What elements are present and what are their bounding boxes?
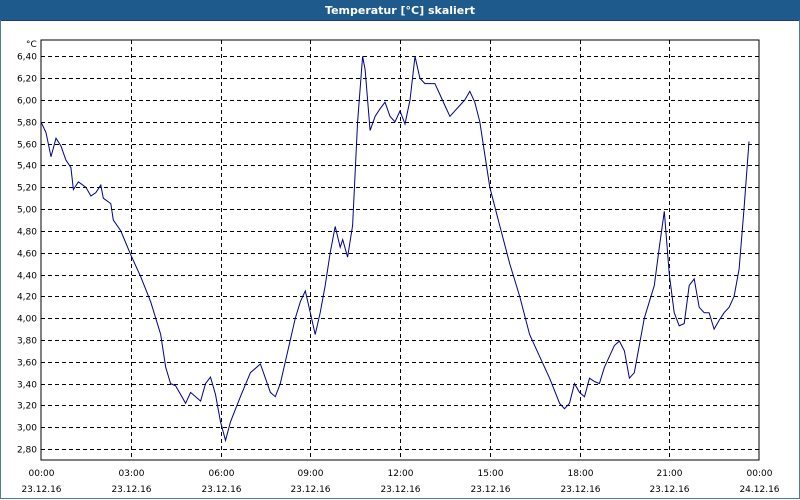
x-tick-date: 23.12.16	[380, 485, 420, 495]
y-tick-label: 3,00	[17, 424, 37, 434]
x-tick-date: 23.12.16	[111, 485, 151, 495]
temperature-line-chart: 2,80 3,00 3,20 3,40 3,60 3,80 4,00 4,20 4,40 4,60…	[17, 39, 780, 495]
temperature-series-line	[40, 56, 750, 443]
y-tick-label: 5,20	[17, 184, 37, 194]
y-axis-tick-labels: 2,80 3,00 3,20 3,40 3,60 3,80 4,00 4,20 4,40 4,60…	[17, 53, 37, 456]
y-tick-label: 3,80	[17, 337, 37, 347]
x-tick-date: 24.12.16	[739, 485, 779, 495]
x-tick-time: 00:00	[747, 469, 773, 479]
x-axis-tick-labels: 00:00 23.12.16 03:00 23.12.16 06:00 23.12.16 0…	[21, 469, 779, 495]
y-tick-label: 6,00	[17, 97, 37, 107]
x-tick-date: 23.12.16	[21, 485, 61, 495]
x-tick-date: 23.12.16	[290, 485, 330, 495]
x-tick-time: 21:00	[657, 469, 683, 479]
y-tick-label: 3,20	[17, 402, 37, 412]
y-tick-label: 4,80	[17, 228, 37, 238]
y-tick-label: 6,40	[17, 53, 37, 63]
x-tick-time: 15:00	[478, 469, 504, 479]
y-tick-label: 5,00	[17, 206, 37, 216]
y-tick-label: 4,60	[17, 250, 37, 260]
y-tick-label: 4,20	[17, 293, 37, 303]
x-tick-time: 03:00	[119, 469, 145, 479]
y-axis-unit-label: °C	[26, 40, 37, 50]
y-tick-label: 4,40	[17, 272, 37, 282]
y-tick-label: 3,60	[17, 359, 37, 369]
y-tick-label: 3,40	[17, 381, 37, 391]
x-tick-time: 00:00	[29, 469, 55, 479]
x-tick-time: 06:00	[209, 469, 235, 479]
x-tick-date: 23.12.16	[201, 485, 241, 495]
y-tick-label: 5,40	[17, 162, 37, 172]
y-tick-label: 2,80	[17, 446, 37, 456]
x-tick-time: 18:00	[568, 469, 594, 479]
grid-layer	[40, 39, 760, 461]
y-tick-label: 6,20	[17, 75, 37, 85]
y-tick-label: 5,80	[17, 119, 37, 129]
x-tick-date: 23.12.16	[560, 485, 600, 495]
x-tick-date: 23.12.16	[470, 485, 510, 495]
x-tick-time: 12:00	[388, 469, 414, 479]
y-tick-label: 4,00	[17, 315, 37, 325]
y-tick-label: 5,60	[17, 141, 37, 151]
x-tick-date: 23.12.16	[649, 485, 689, 495]
x-tick-time: 09:00	[298, 469, 324, 479]
